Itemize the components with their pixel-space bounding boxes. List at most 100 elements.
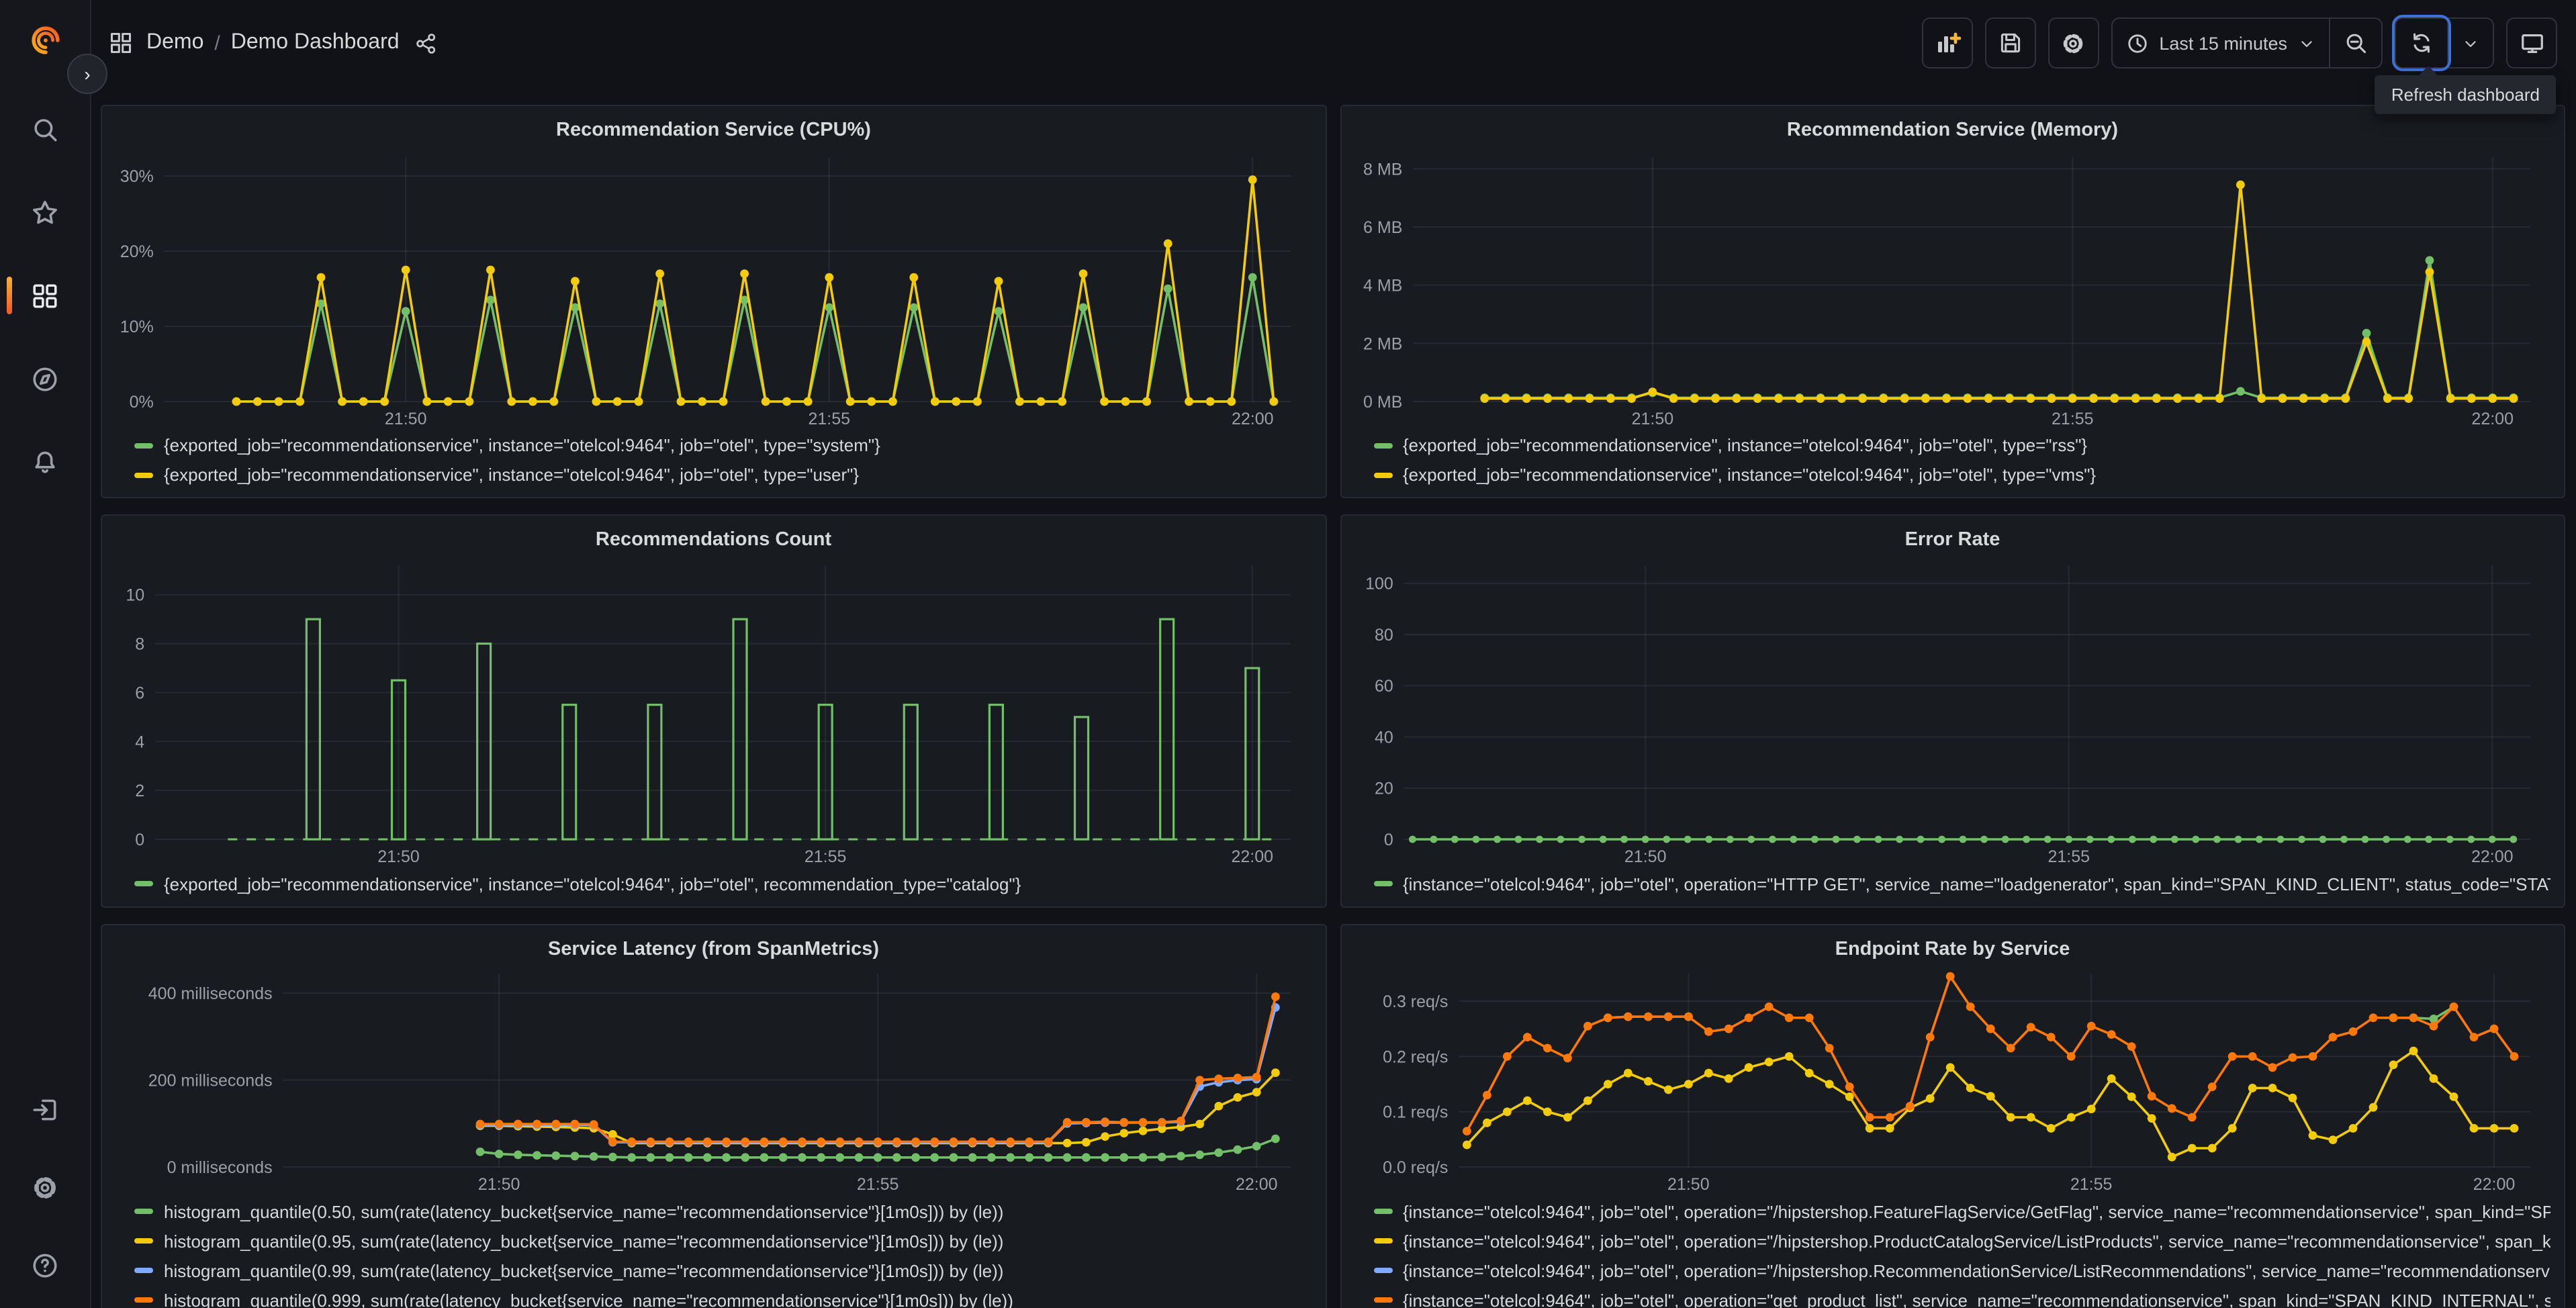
svg-text:8: 8 bbox=[135, 635, 144, 654]
settings-gear-icon[interactable] bbox=[15, 1158, 75, 1217]
sign-in-icon[interactable] bbox=[15, 1080, 75, 1139]
svg-text:22:00: 22:00 bbox=[2473, 1176, 2515, 1195]
svg-text:21:55: 21:55 bbox=[2070, 1176, 2112, 1195]
time-range-picker[interactable]: Last 15 minutes bbox=[2112, 19, 2329, 67]
legend-item[interactable]: {exported_job="recommendationservice", i… bbox=[134, 460, 1312, 489]
breadcrumb-root[interactable]: Demo bbox=[146, 31, 203, 55]
svg-text:0 milliseconds: 0 milliseconds bbox=[167, 1159, 273, 1178]
legend-series-label: {exported_job="recommendationservice", i… bbox=[164, 435, 880, 456]
alerting-bell-icon[interactable] bbox=[15, 432, 75, 492]
legend-series-label: histogram_quantile(0.50, sum(rate(latenc… bbox=[164, 1201, 1004, 1222]
svg-text:8 MB: 8 MB bbox=[1363, 160, 1401, 179]
panel-recommendation-cpu: Recommendation Service (CPU%) 0% 10% 20% 30… bbox=[101, 105, 1326, 498]
latency-chart[interactable]: 0 milliseconds 200 milliseconds 400 millis… bbox=[116, 966, 1312, 1197]
legend-item[interactable]: histogram_quantile(0.50, sum(rate(latenc… bbox=[134, 1197, 1312, 1227]
panel-title[interactable]: Recommendations Count bbox=[116, 524, 1312, 558]
legend-series-marker bbox=[1373, 472, 1392, 478]
zoom-out-button[interactable] bbox=[2329, 19, 2381, 67]
refresh-tooltip: Refresh dashboard bbox=[2375, 66, 2556, 114]
breadcrumb-separator: / bbox=[214, 32, 220, 54]
legend-series-marker bbox=[1373, 1209, 1392, 1215]
panel-title[interactable]: Recommendation Service (Memory) bbox=[1354, 114, 2550, 148]
legend-item[interactable]: {exported_job="recommendationservice", i… bbox=[134, 870, 1312, 898]
explore-compass-icon[interactable] bbox=[15, 349, 75, 408]
svg-text:21:50: 21:50 bbox=[1631, 409, 1673, 428]
dashboards-icon[interactable] bbox=[6, 266, 75, 325]
panel-recommendation-memory: Recommendation Service (Memory) 0 MB 2 MB… bbox=[1340, 105, 2565, 498]
svg-text:21:55: 21:55 bbox=[808, 409, 850, 428]
panel-grid: Recommendation Service (CPU%) 0% 10% 20% 30… bbox=[90, 86, 2576, 1308]
svg-text:21:50: 21:50 bbox=[1624, 848, 1666, 867]
legend-series-marker bbox=[1373, 1297, 1392, 1303]
cpu-chart[interactable]: 0% 10% 20% 30% 21:50 21:55 22:00 bbox=[116, 148, 1312, 430]
refresh-group bbox=[2392, 15, 2494, 71]
starred-icon[interactable] bbox=[15, 183, 75, 242]
error-rate-chart[interactable]: 0 20 40 60 80 100 21:50 21:55 22:00 bbox=[1354, 558, 2550, 870]
search-icon[interactable] bbox=[15, 99, 75, 158]
svg-text:10: 10 bbox=[126, 587, 144, 606]
time-picker-group: Last 15 minutes bbox=[2111, 17, 2383, 68]
endpoint-rate-chart[interactable]: 0.0 req/s 0.1 req/s 0.2 req/s 0.3 req/s 21:5… bbox=[1354, 966, 2550, 1197]
panel-title[interactable]: Error Rate bbox=[1354, 524, 2550, 558]
help-icon[interactable] bbox=[15, 1235, 75, 1295]
legend-series-label: histogram_quantile(0.95, sum(rate(latenc… bbox=[164, 1231, 1004, 1252]
legend-item[interactable]: {instance="otelcol:9464", job="otel", op… bbox=[1373, 1286, 2550, 1308]
share-icon[interactable] bbox=[416, 32, 439, 54]
endpoint-rate-legend: {instance="otelcol:9464", job="otel", op… bbox=[1373, 1197, 2550, 1308]
svg-text:21:50: 21:50 bbox=[478, 1176, 520, 1195]
cycle-view-mode-button[interactable] bbox=[2506, 17, 2557, 68]
legend-item[interactable]: {instance="otelcol:9464", job="otel", op… bbox=[1373, 870, 2550, 898]
save-dashboard-button[interactable] bbox=[1984, 17, 2036, 68]
legend-item[interactable]: {exported_job="recommendationservice", i… bbox=[1373, 430, 2550, 460]
panel-title[interactable]: Recommendation Service (CPU%) bbox=[116, 114, 1312, 148]
svg-text:100: 100 bbox=[1365, 575, 1393, 594]
svg-text:22:00: 22:00 bbox=[2471, 409, 2513, 428]
breadcrumb-current[interactable]: Demo Dashboard bbox=[231, 31, 400, 55]
svg-text:10%: 10% bbox=[120, 317, 154, 336]
legend-series-label: {instance="otelcol:9464", job="otel", op… bbox=[1403, 1290, 2550, 1308]
legend-series-label: {exported_job="recommendationservice", i… bbox=[164, 465, 860, 485]
add-panel-button[interactable] bbox=[1921, 17, 1973, 68]
legend-item[interactable]: histogram_quantile(0.999, sum(rate(laten… bbox=[134, 1286, 1312, 1308]
panel-recommendations-count: Recommendations Count 0 2 4 6 8 10 21:50 21:55 2… bbox=[101, 514, 1326, 908]
panel-title[interactable]: Service Latency (from SpanMetrics) bbox=[116, 933, 1312, 966]
svg-text:21:50: 21:50 bbox=[385, 409, 427, 428]
legend-series-marker bbox=[1373, 1238, 1392, 1244]
svg-text:0.1 req/s: 0.1 req/s bbox=[1382, 1104, 1447, 1123]
legend-item[interactable]: {exported_job="recommendationservice", i… bbox=[1373, 460, 2550, 489]
svg-text:40: 40 bbox=[1374, 729, 1393, 747]
svg-text:22:00: 22:00 bbox=[1236, 1176, 1278, 1195]
svg-text:60: 60 bbox=[1374, 678, 1393, 696]
svg-text:22:00: 22:00 bbox=[1232, 848, 1274, 867]
count-chart[interactable]: 0 2 4 6 8 10 21:50 21:55 22:00 bbox=[116, 558, 1312, 870]
panel-title[interactable]: Endpoint Rate by Service bbox=[1354, 933, 2550, 966]
legend-series-marker bbox=[134, 472, 153, 478]
legend-item[interactable]: {instance="otelcol:9464", job="otel", op… bbox=[1373, 1197, 2550, 1227]
refresh-button[interactable] bbox=[2392, 15, 2451, 71]
svg-text:0: 0 bbox=[1383, 831, 1393, 850]
svg-text:21:50: 21:50 bbox=[1667, 1176, 1709, 1195]
legend-item[interactable]: {exported_job="recommendationservice", i… bbox=[134, 430, 1312, 460]
legend-series-marker bbox=[134, 1238, 153, 1244]
legend-item[interactable]: histogram_quantile(0.99, sum(rate(latenc… bbox=[134, 1256, 1312, 1286]
svg-text:21:55: 21:55 bbox=[2051, 409, 2093, 428]
legend-item[interactable]: histogram_quantile(0.95, sum(rate(latenc… bbox=[134, 1227, 1312, 1256]
svg-text:4 MB: 4 MB bbox=[1363, 276, 1401, 295]
svg-text:6: 6 bbox=[135, 684, 144, 703]
sidebar-expand-chevron[interactable]: › bbox=[67, 54, 107, 94]
svg-text:0 MB: 0 MB bbox=[1363, 392, 1401, 411]
legend-series-label: {exported_job="recommendationservice", i… bbox=[164, 874, 1021, 894]
svg-text:2: 2 bbox=[135, 782, 144, 801]
refresh-interval-caret[interactable] bbox=[2447, 19, 2493, 67]
svg-text:22:00: 22:00 bbox=[2471, 848, 2513, 867]
svg-text:0%: 0% bbox=[130, 392, 154, 411]
memory-chart[interactable]: 0 MB 2 MB 4 MB 6 MB 8 MB 21:50 21:55 22:00 bbox=[1354, 148, 2550, 430]
svg-text:20%: 20% bbox=[120, 242, 154, 261]
count-legend: {exported_job="recommendationservice", i… bbox=[134, 870, 1312, 898]
grafana-logo-icon[interactable] bbox=[15, 11, 75, 70]
legend-item[interactable]: {instance="otelcol:9464", job="otel", op… bbox=[1373, 1227, 2550, 1256]
legend-item[interactable]: {instance="otelcol:9464", job="otel", op… bbox=[1373, 1256, 2550, 1286]
legend-series-marker bbox=[134, 1209, 153, 1215]
dashboard-settings-button[interactable] bbox=[2048, 17, 2099, 68]
error-rate-legend: {instance="otelcol:9464", job="otel", op… bbox=[1373, 870, 2550, 898]
